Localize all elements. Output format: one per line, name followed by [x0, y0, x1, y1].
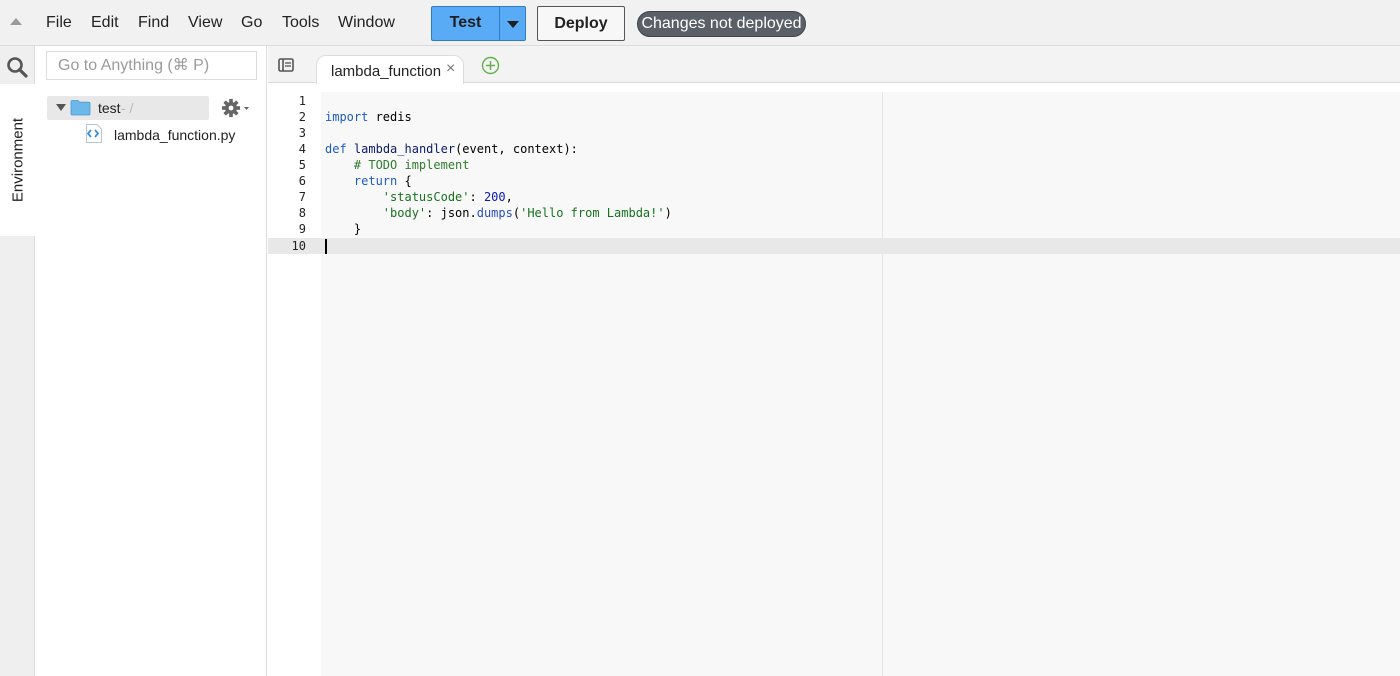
test-button-group: Test	[431, 6, 526, 41]
code-line: # TODO implement	[325, 157, 470, 173]
tab-lambda-function[interactable]: lambda_function ×	[316, 55, 464, 84]
line-number: 7	[298, 190, 306, 204]
folder-path: - /	[121, 100, 134, 116]
line-number: 3	[298, 126, 306, 140]
comment: # TODO implement	[353, 158, 470, 172]
file-name: lambda_function.py	[114, 127, 236, 143]
environment-tab-label: Environment	[9, 117, 26, 203]
tab-list-icon[interactable]	[278, 58, 294, 72]
string: 'Hello from Lambda!'	[520, 206, 665, 220]
menu-window[interactable]: Window	[338, 13, 395, 33]
menu-find[interactable]: Find	[138, 13, 169, 33]
line-number: 8	[298, 206, 306, 220]
search-icon[interactable]	[6, 56, 28, 78]
close-icon[interactable]: ×	[446, 61, 455, 77]
tree-file-item[interactable]: lambda_function.py	[85, 124, 245, 144]
number: 200	[483, 190, 506, 204]
menu-file[interactable]: File	[46, 13, 72, 33]
print-margin	[882, 92, 883, 676]
test-button[interactable]: Test	[432, 7, 499, 40]
line-number: 6	[298, 174, 306, 188]
active-line-highlight	[268, 238, 1400, 254]
code-line: def lambda_handler(event, context):	[325, 141, 578, 157]
line-number: 10	[291, 239, 306, 253]
disclosure-arrow-icon[interactable]	[56, 104, 66, 111]
status-badge: Changes not deployed	[637, 11, 806, 37]
menu-tools[interactable]: Tools	[282, 13, 319, 33]
tab-label: lambda_function	[331, 63, 442, 80]
menu-bar: File Edit Find View Go Tools Window Test…	[0, 0, 1400, 46]
code-line: 'statusCode': 200,	[325, 189, 513, 205]
menu-edit[interactable]: Edit	[91, 13, 119, 33]
function-name: lambda_handler	[353, 142, 456, 156]
dropdown-arrow-icon	[507, 21, 519, 28]
deploy-button[interactable]: Deploy	[537, 6, 625, 41]
folder-name: test	[98, 100, 121, 116]
add-tab-icon[interactable]	[481, 56, 500, 75]
code-text: :	[469, 190, 484, 204]
code-text: {	[397, 174, 412, 188]
code-line: return {	[325, 173, 412, 189]
line-number: 5	[298, 158, 306, 172]
code-line: }	[325, 221, 361, 237]
keyword: return	[353, 174, 398, 188]
code-line: 'body': json.dumps('Hello from Lambda!')	[325, 205, 672, 221]
keyword: def	[325, 142, 347, 156]
folder-icon	[70, 100, 91, 116]
menu-view[interactable]: View	[188, 13, 222, 33]
collapse-arrow-icon[interactable]	[10, 18, 22, 25]
file-tree-panel: test - / lambda_function.py	[35, 46, 267, 676]
code-text: }	[353, 222, 362, 236]
line-number: 2	[298, 110, 306, 124]
code-text: (event, context):	[455, 142, 578, 156]
string: 'body'	[382, 206, 427, 220]
code-text: ,	[505, 190, 513, 204]
test-dropdown-button[interactable]	[499, 7, 525, 40]
line-number: 4	[298, 142, 306, 156]
go-to-anything-input[interactable]	[46, 51, 257, 80]
code-editor[interactable]: 1 2 3 4 5 6 7 8 9 10 import redis def la…	[268, 84, 1400, 676]
code-area[interactable]	[321, 92, 1400, 676]
menu-go[interactable]: Go	[241, 13, 262, 33]
code-text: (	[512, 206, 521, 220]
left-panel-strip: Environment	[0, 46, 35, 676]
line-number: 1	[298, 94, 306, 108]
keyword: import	[325, 110, 369, 124]
code-text: redis	[368, 110, 412, 124]
editor-tab-bar: lambda_function ×	[268, 46, 1400, 84]
python-file-icon	[86, 124, 102, 143]
text-cursor	[325, 239, 327, 254]
code-text: )	[664, 206, 672, 220]
code-line: import redis	[325, 109, 412, 125]
function-call: dumps	[476, 206, 513, 220]
code-text: : json.	[426, 206, 477, 220]
environment-tab[interactable]: Environment	[0, 84, 35, 236]
string: 'statusCode'	[382, 190, 470, 204]
tree-root-folder[interactable]: test - /	[47, 96, 209, 120]
gear-icon[interactable]	[222, 98, 252, 118]
line-number: 9	[298, 222, 306, 236]
